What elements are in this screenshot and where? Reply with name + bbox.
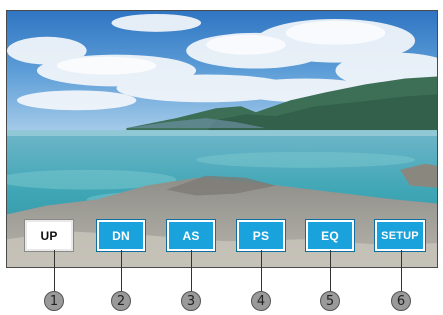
callout-leader-3 xyxy=(191,250,192,292)
device-screen: UP DN AS PS EQ SETUP xyxy=(6,10,438,268)
callout-leader-2 xyxy=(121,250,122,292)
callout-number: 1 xyxy=(44,291,64,311)
down-button[interactable]: DN xyxy=(96,219,146,252)
auto-store-button[interactable]: AS xyxy=(166,219,216,252)
callout-leader-4 xyxy=(261,250,262,292)
callout-number: 4 xyxy=(251,291,271,311)
diagram-canvas: UP DN AS PS EQ SETUP 1 2 3 4 5 6 xyxy=(0,0,443,315)
callout-number: 2 xyxy=(111,291,131,311)
equalizer-button[interactable]: EQ xyxy=(305,219,355,252)
up-button[interactable]: UP xyxy=(24,219,74,252)
callout-number: 6 xyxy=(391,291,411,311)
callout-leader-6 xyxy=(401,250,402,292)
callout-leader-5 xyxy=(330,250,331,292)
callout-number: 5 xyxy=(320,291,340,311)
callout-leader-1 xyxy=(54,250,55,292)
callout-number: 3 xyxy=(181,291,201,311)
preset-scan-button[interactable]: PS xyxy=(236,219,286,252)
setup-button[interactable]: SETUP xyxy=(374,219,426,252)
